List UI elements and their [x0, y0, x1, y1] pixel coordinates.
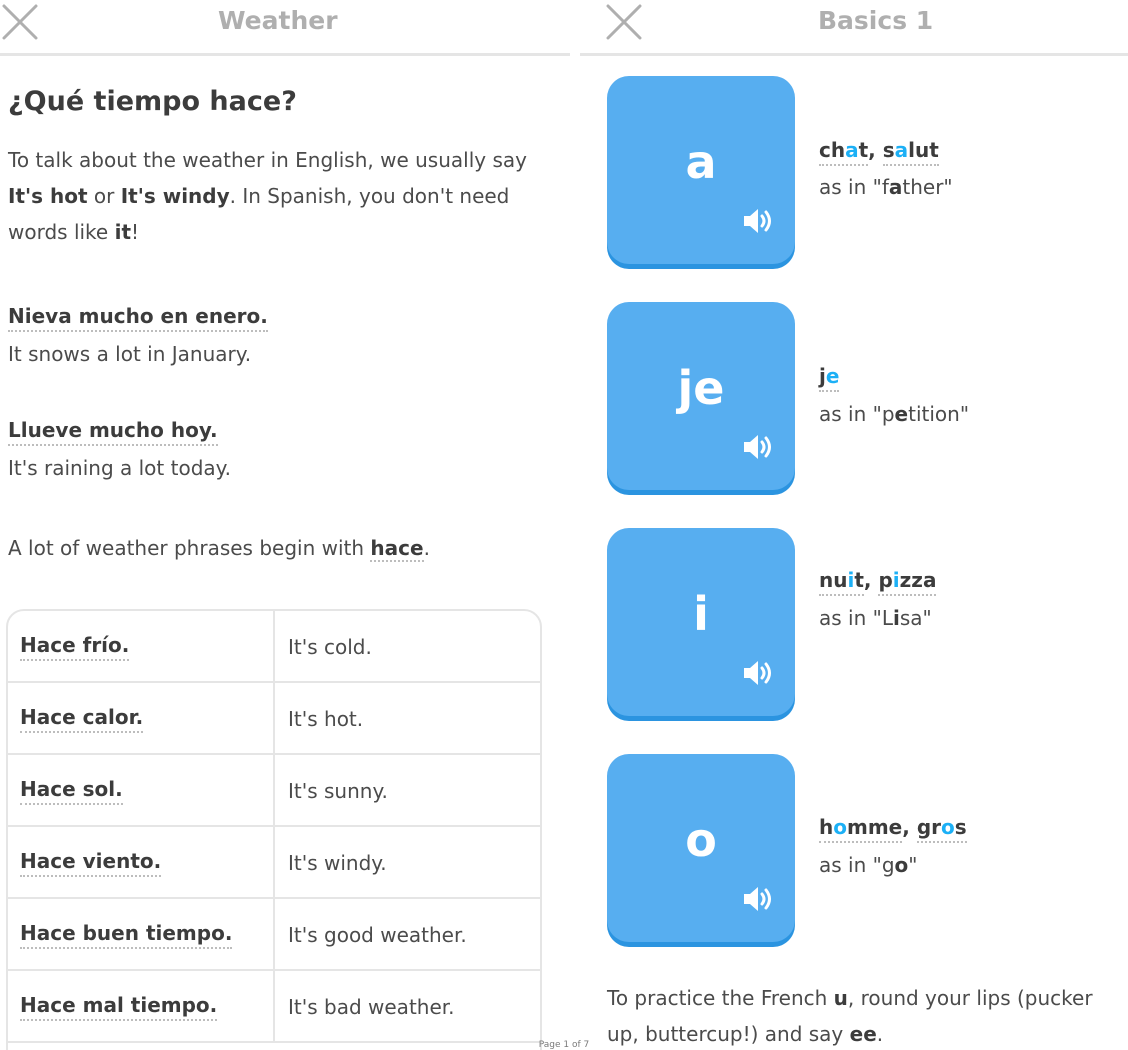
sound-card-a[interactable]: a — [607, 76, 795, 264]
hace-word[interactable]: hace — [370, 536, 424, 562]
sound-card-o[interactable]: o — [607, 754, 795, 942]
table-row: Hace sol. It's sunny. — [8, 755, 540, 827]
card-letter: a — [685, 135, 717, 189]
example-spanish[interactable]: Nieva mucho en enero. — [8, 304, 268, 332]
lesson-heading: ¿Qué tiempo hace? — [8, 86, 297, 117]
example-word[interactable]: homme — [819, 815, 903, 843]
table-row: Hace mal tiempo. It's bad weather. — [8, 971, 540, 1043]
speaker-icon — [741, 658, 775, 688]
table-row: Hace buen tiempo. It's good weather. — [8, 899, 540, 971]
card-letter: je — [677, 361, 725, 415]
example-words: nuit, pizza — [819, 568, 937, 596]
lesson-title: Basics 1 — [818, 6, 934, 35]
card-letter: o — [685, 813, 717, 867]
english-cell: It's sunny. — [288, 779, 388, 803]
speaker-icon — [741, 884, 775, 914]
example-word[interactable]: je — [819, 364, 840, 392]
english-cell: It's hot. — [288, 707, 364, 731]
sound-card-i[interactable]: i — [607, 528, 795, 716]
english-cell: It's good weather. — [288, 923, 467, 947]
phrase-note: A lot of weather phrases begin with hace… — [8, 536, 430, 562]
example-word[interactable]: pizza — [878, 568, 937, 596]
intro-paragraph: To talk about the weather in English, we… — [8, 148, 527, 244]
card-letter: i — [693, 587, 709, 641]
close-icon[interactable] — [604, 2, 644, 42]
weather-lesson-panel: Weather ¿Qué tiempo hace? To talk about … — [0, 0, 570, 1050]
pronunciation-hint: as in "father" — [819, 175, 953, 199]
example-word[interactable]: chat — [819, 138, 869, 166]
example-english: It snows a lot in January. — [8, 342, 252, 366]
english-cell: It's bad weather. — [288, 995, 455, 1019]
example-words: chat, salut — [819, 138, 939, 166]
example-word[interactable]: salut — [882, 138, 939, 166]
table-row: Hace viento. It's windy. — [8, 827, 540, 899]
spanish-cell[interactable]: Hace buen tiempo. — [8, 899, 275, 971]
spanish-cell[interactable]: Hace frío. — [8, 611, 275, 683]
table-row: Hace calor. It's hot. — [8, 683, 540, 755]
table-row: Hace frío. It's cold. — [8, 611, 540, 683]
example-word[interactable]: nuit — [819, 568, 864, 596]
pronunciation-hint: as in "Lisa" — [819, 606, 932, 630]
example-words: je — [819, 364, 840, 392]
page-caption: Page 1 of 7 — [538, 1040, 590, 1050]
sound-card-je[interactable]: je — [607, 302, 795, 490]
lesson-header: Weather — [0, 0, 570, 56]
basics-lesson-panel: Basics 1 a chat, salut as in "father" je… — [580, 0, 1128, 1050]
example-word[interactable]: gros — [916, 815, 967, 843]
english-cell: It's windy. — [288, 851, 387, 875]
lesson-header: Basics 1 — [580, 0, 1128, 56]
speaker-icon — [741, 432, 775, 462]
english-cell: It's cold. — [288, 635, 372, 659]
example-english: It's raining a lot today. — [8, 456, 231, 480]
pronunciation-hint: as in "petition" — [819, 402, 970, 426]
spanish-cell[interactable]: Hace viento. — [8, 827, 275, 899]
example-spanish[interactable]: Llueve mucho hoy. — [8, 418, 218, 446]
example-words: homme, gros — [819, 815, 967, 843]
speaker-icon — [741, 206, 775, 236]
close-icon[interactable] — [0, 2, 40, 42]
spanish-cell[interactable]: Hace sol. — [8, 755, 275, 827]
spanish-cell[interactable]: Hace calor. — [8, 683, 275, 755]
pronunciation-hint: as in "go" — [819, 853, 918, 877]
lesson-title: Weather — [218, 6, 338, 35]
spanish-cell[interactable]: Hace mal tiempo. — [8, 971, 275, 1043]
vocabulary-table: Hace frío. It's cold. Hace calor. It's h… — [6, 609, 542, 1050]
